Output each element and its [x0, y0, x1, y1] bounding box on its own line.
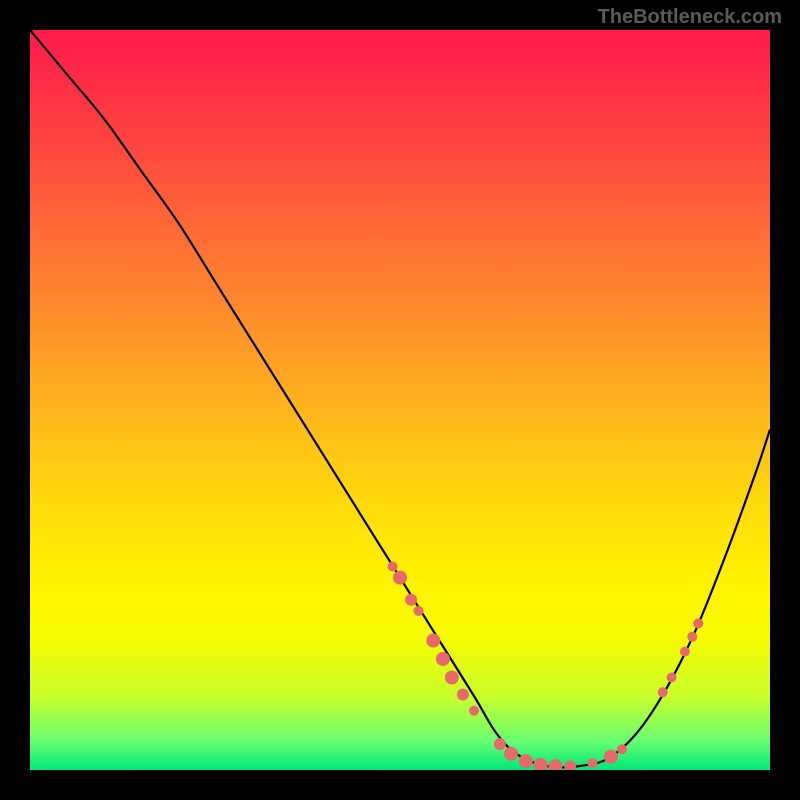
marker-dot — [388, 562, 398, 572]
marker-dot — [693, 618, 703, 628]
plot-area — [30, 30, 770, 770]
marker-dot — [604, 750, 618, 764]
marker-dot — [494, 738, 506, 750]
marker-dot — [534, 758, 548, 770]
marker-dot — [393, 571, 407, 585]
marker-dot — [587, 758, 597, 768]
marker-dot — [617, 744, 627, 754]
marker-dot — [405, 594, 417, 606]
marker-dot — [436, 652, 450, 666]
chart-svg — [30, 30, 770, 770]
watermark-text: TheBottleneck.com — [598, 6, 782, 29]
marker-dot — [680, 647, 690, 657]
marker-dot — [504, 747, 518, 761]
bottleneck-curve — [30, 30, 770, 767]
marker-dot — [687, 632, 697, 642]
marker-dot — [658, 687, 668, 697]
marker-dot — [548, 759, 562, 770]
marker-dot — [445, 671, 459, 685]
marker-dots — [388, 562, 704, 771]
marker-dot — [667, 673, 677, 683]
marker-dot — [457, 689, 469, 701]
marker-dot — [414, 606, 424, 616]
marker-dot — [426, 634, 440, 648]
marker-dot — [519, 754, 533, 768]
marker-dot — [564, 760, 576, 770]
marker-dot — [469, 706, 479, 716]
